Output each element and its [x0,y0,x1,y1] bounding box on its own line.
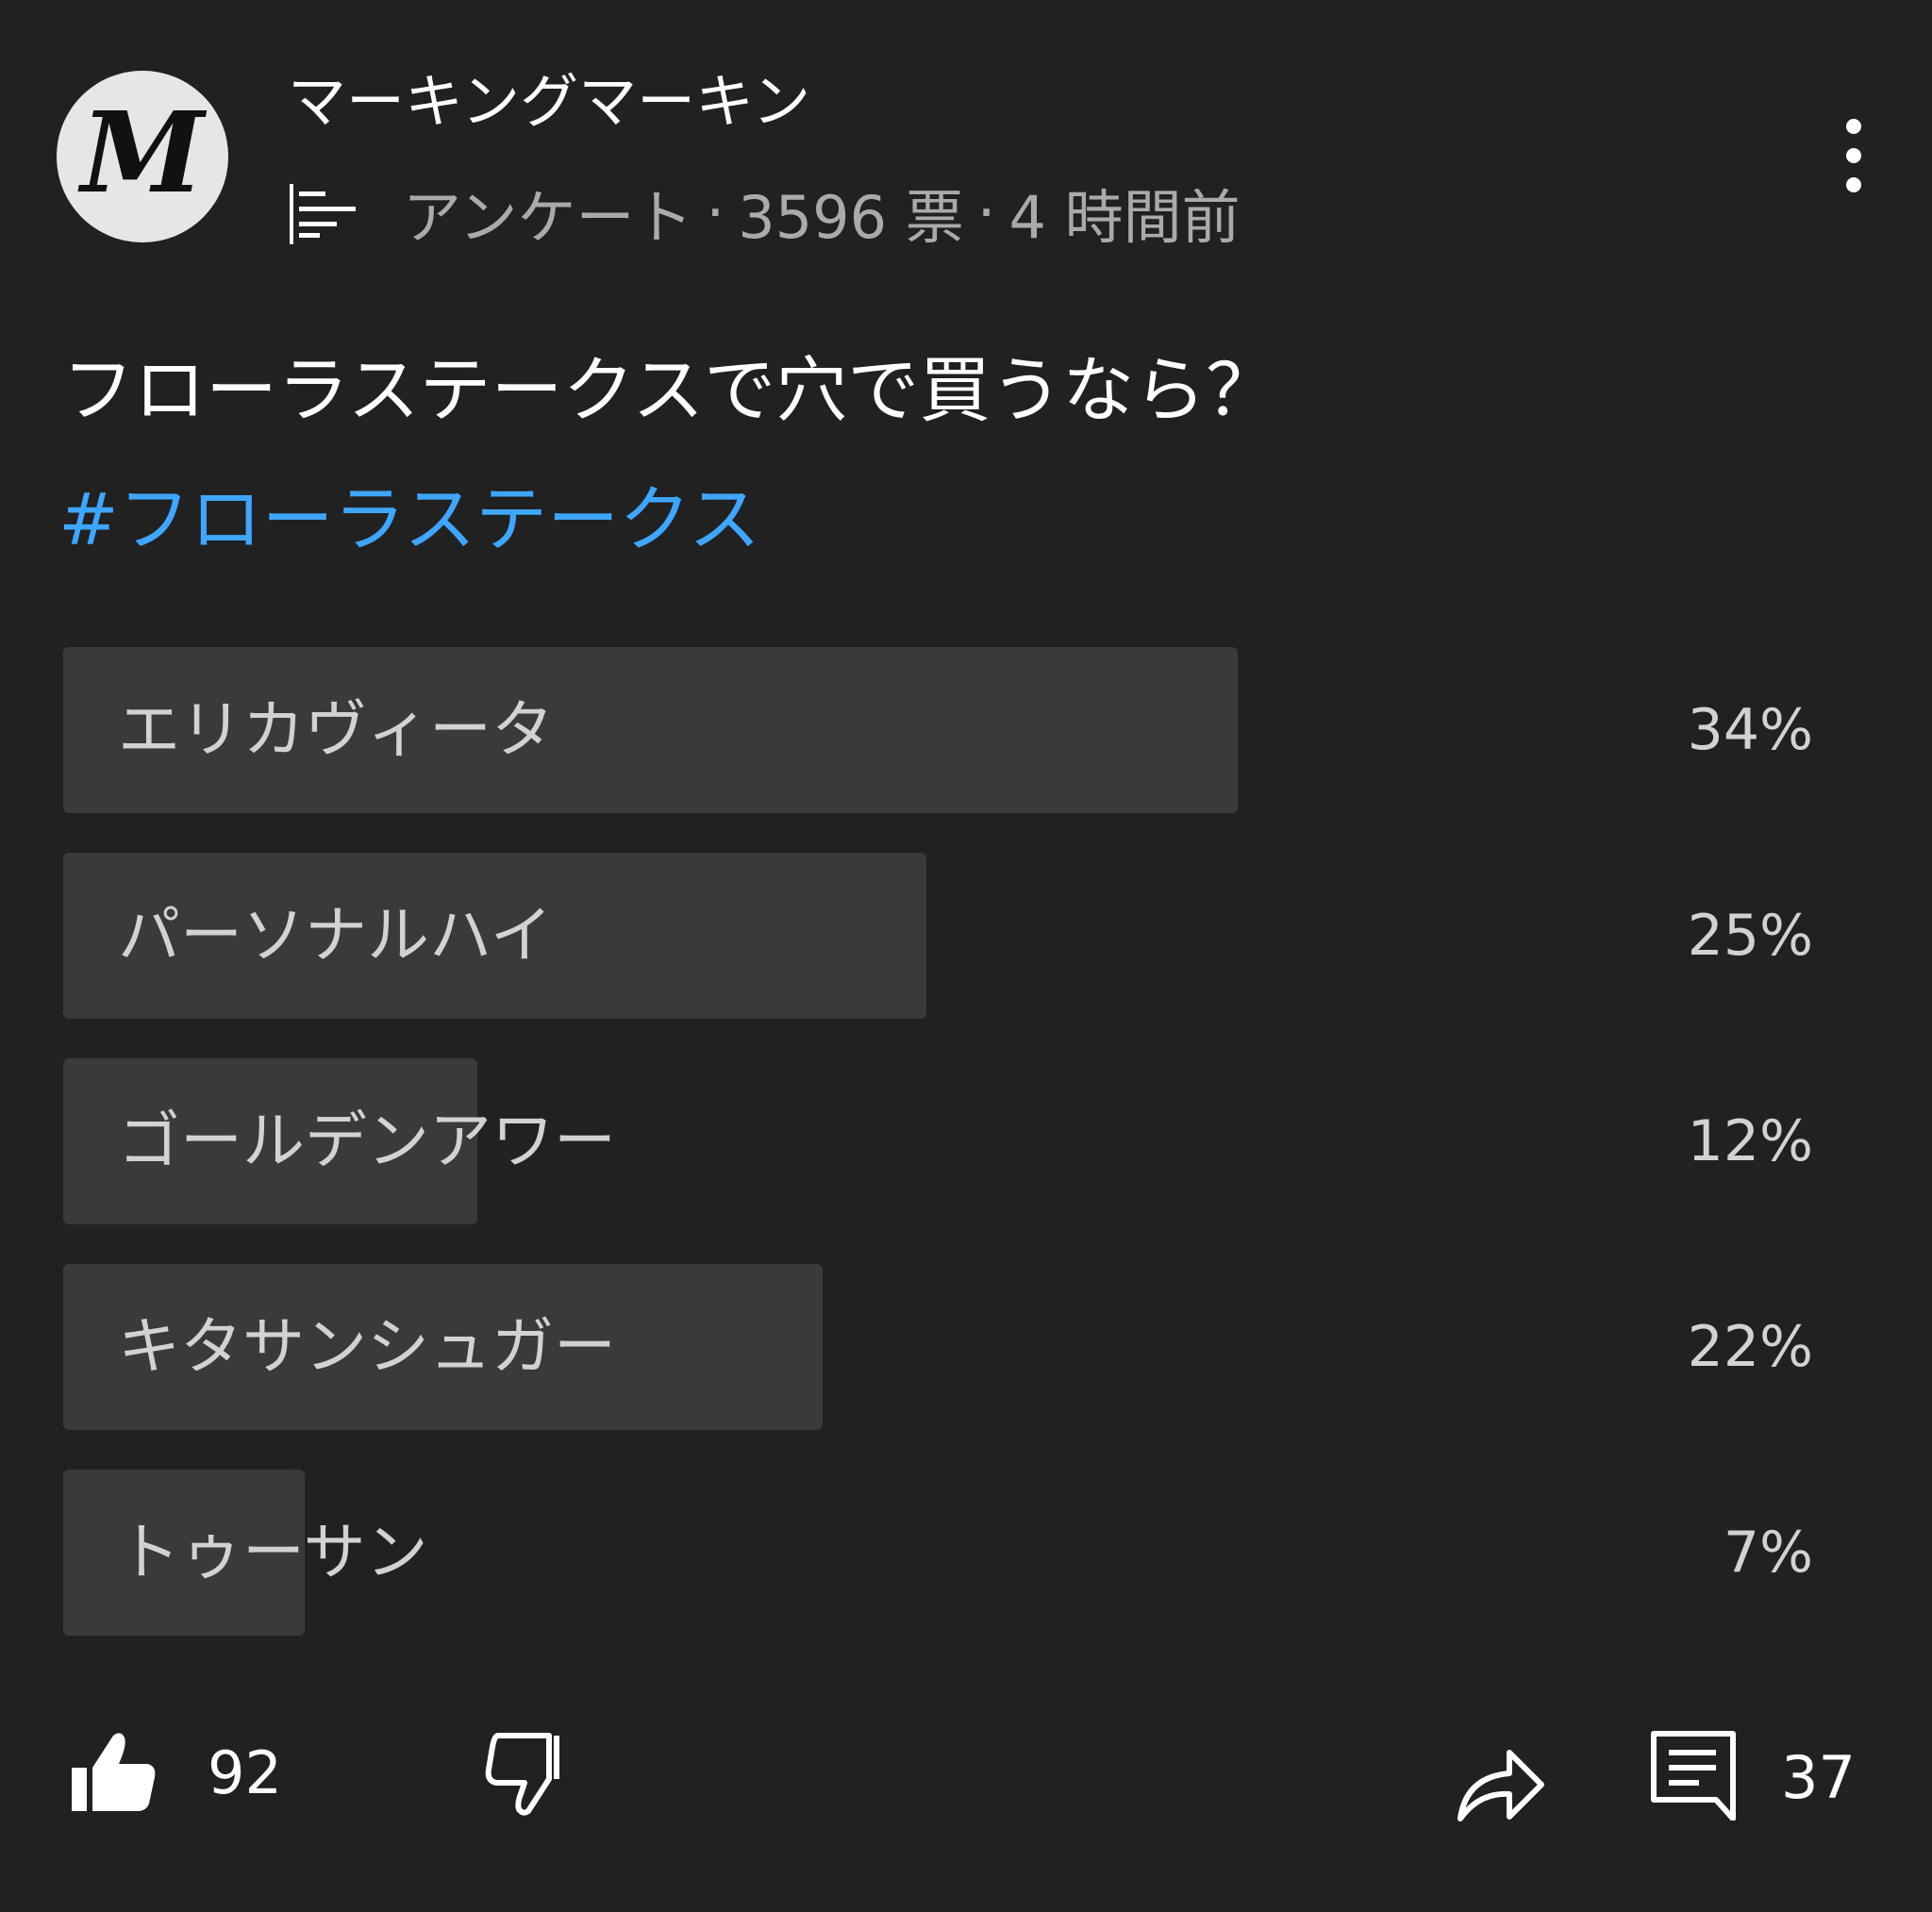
post-question: フローラステークスで穴で買うなら？ [62,348,1278,432]
meta-text: アンケート · 3596 票 · 4 時間前 [403,170,1241,255]
poll-option-percent: 25% [1687,903,1813,969]
community-post: M マーキングマーキン アンケート · 3596 票 · 4 時間前 フローラス… [0,0,1932,1912]
poll-option-percent: 22% [1687,1314,1813,1380]
channel-avatar[interactable]: M [57,71,228,242]
poll-option-label: キタサンシュガー [118,1310,616,1383]
thumbs-up-icon[interactable] [66,1726,160,1821]
channel-logo-icon: M [57,71,228,242]
meta-separator: · [706,177,725,247]
poll-option[interactable]: トゥーサン 7% [63,1470,1853,1636]
poll-option-label: エリカヴィータ [118,693,554,766]
hashtag-link[interactable]: #フローラステークス [58,476,760,563]
poll-option[interactable]: パーソナルハイ 25% [63,853,1853,1019]
meta-separator: · [976,177,996,247]
poll-option-percent: 34% [1687,697,1813,763]
comment-count: 37 [1781,1743,1856,1812]
more-vert-icon[interactable] [1830,113,1877,208]
poll-option[interactable]: エリカヴィータ 34% [63,647,1853,813]
channel-name[interactable]: マーキングマーキン [288,66,810,138]
like-count: 92 [208,1738,282,1807]
poll-option-percent: 12% [1687,1108,1813,1174]
action-bar: 92 37 [0,1726,1932,1839]
poll-option[interactable]: ゴールデンアワー 12% [63,1058,1853,1224]
poll-option-label: トゥーサン [118,1516,428,1588]
poll-option-label: ゴールデンアワー [118,1105,616,1177]
post-meta: アンケート · 3596 票 · 4 時間前 [288,175,1241,252]
share-icon[interactable] [1453,1736,1547,1830]
post-type-label: アンケート [403,183,693,252]
comment-icon[interactable] [1646,1726,1740,1821]
thumbs-down-icon[interactable] [481,1726,575,1821]
poll-options: エリカヴィータ 34% パーソナルハイ 25% ゴールデンアワー 12% キタサ… [63,647,1853,1675]
post-time: 4 時間前 [1008,183,1241,252]
svg-text:M: M [77,87,208,218]
poll-option-percent: 7% [1723,1520,1813,1586]
poll-option[interactable]: キタサンシュガー 22% [63,1264,1853,1430]
vote-count: 3596 票 [738,183,964,252]
poll-icon [290,184,356,244]
poll-option-label: パーソナルハイ [118,899,553,972]
